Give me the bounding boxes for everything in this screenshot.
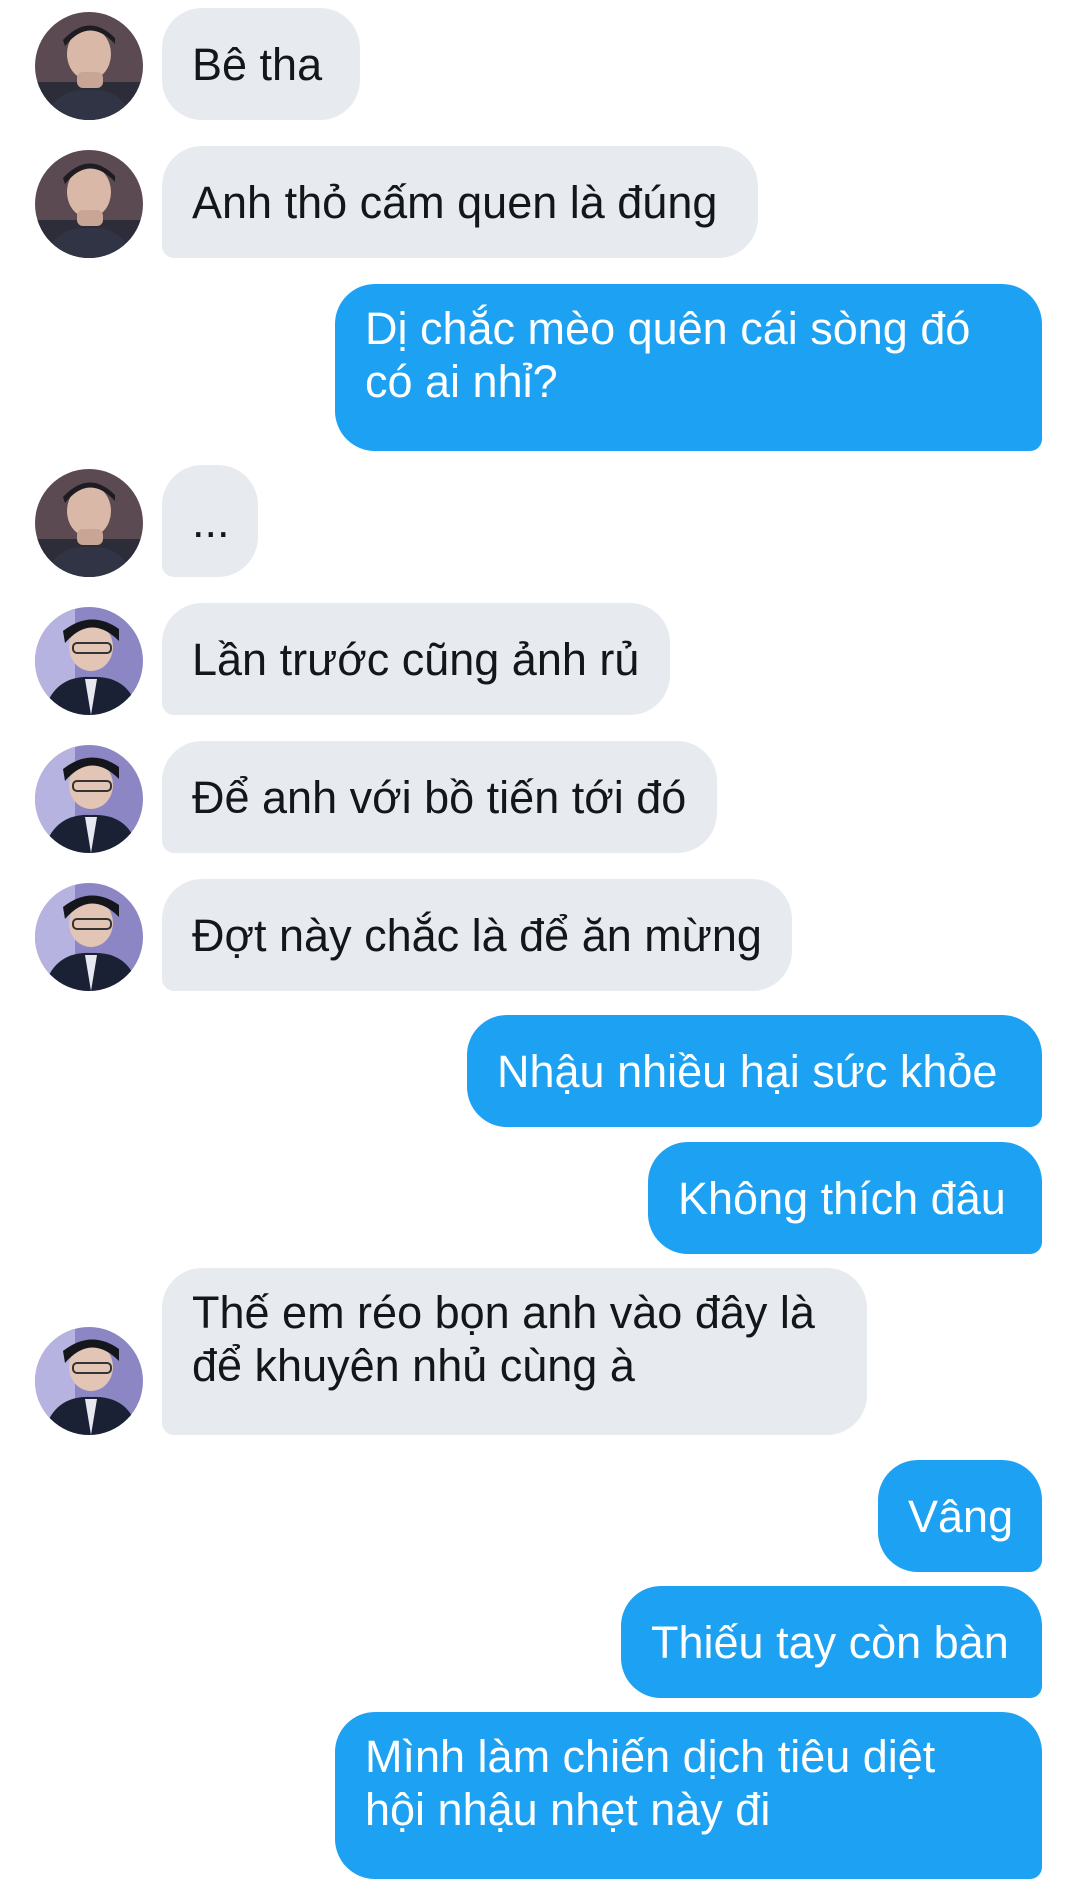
profile-photo-a-icon xyxy=(35,12,143,120)
avatar[interactable] xyxy=(35,607,143,715)
message-text: Bê tha xyxy=(192,38,323,90)
avatar[interactable] xyxy=(35,12,143,120)
message-text-line-1: Dị chắc mèo quên cái sòng đó xyxy=(365,303,971,354)
message-text: Lần trước cũng ảnh rủ xyxy=(192,633,640,685)
message-thread: Bê tha Anh thỏ cấm quen là đúng Dị chắc … xyxy=(0,0,1080,1884)
message-text: Vâng xyxy=(908,1490,1014,1542)
avatar[interactable] xyxy=(35,883,143,991)
message-text: Đợt này chắc là để ăn mừng xyxy=(192,909,762,961)
message-text: Nhậu nhiều hại sức khỏe xyxy=(497,1045,998,1097)
avatar[interactable] xyxy=(35,469,143,577)
message-text-line-1: Mình làm chiến dịch tiêu diệt xyxy=(365,1731,936,1782)
profile-photo-a-icon xyxy=(35,469,143,577)
message-text-line-2: hội nhậu nhẹt này đi xyxy=(365,1784,771,1835)
message-text-line-1: Thế em réo bọn anh vào đây là xyxy=(192,1287,815,1338)
message-text-line-2: có ai nhỉ? xyxy=(365,356,558,407)
message-text: Không thích đâu xyxy=(678,1172,1006,1224)
message-text: Để anh với bồ tiến tới đó xyxy=(192,771,687,823)
avatar[interactable] xyxy=(35,1327,143,1435)
profile-photo-b-icon xyxy=(35,745,143,853)
profile-photo-b-icon xyxy=(35,1327,143,1435)
avatar[interactable] xyxy=(35,150,143,258)
profile-photo-a-icon xyxy=(35,150,143,258)
profile-photo-b-icon xyxy=(35,607,143,715)
message-text: ... xyxy=(192,495,230,547)
message-text-line-2: để khuyên nhủ cùng à xyxy=(192,1340,635,1391)
message-text: Thiếu tay còn bàn xyxy=(651,1616,1009,1668)
profile-photo-b-icon xyxy=(35,883,143,991)
message-text: Anh thỏ cấm quen là đúng xyxy=(192,176,718,228)
avatar[interactable] xyxy=(35,745,143,853)
